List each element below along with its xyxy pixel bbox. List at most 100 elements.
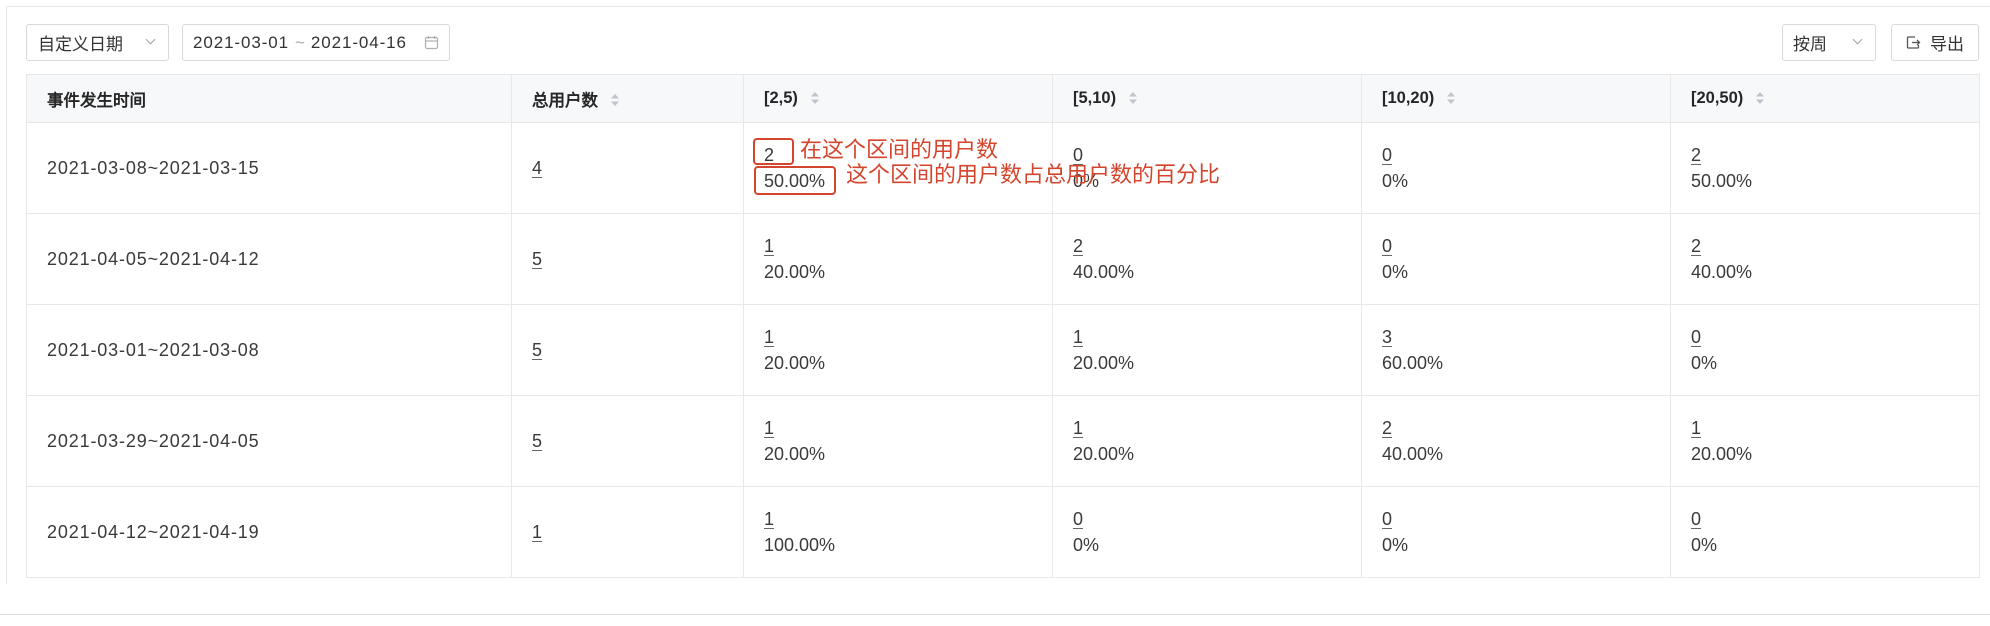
bucket-percent: 40.00% [1382, 444, 1444, 464]
bucket-count-link[interactable]: 1 [1073, 415, 1083, 441]
bucket-values: 0 0% [1382, 506, 1670, 558]
bucket-count-link[interactable]: 1 [764, 233, 774, 259]
header-label: [2,5) [764, 89, 798, 107]
export-label: 导出 [1930, 35, 1964, 54]
total-users-link[interactable]: 5 [532, 249, 542, 269]
bucket-count-link[interactable]: 0 [1073, 506, 1083, 532]
total-users-link[interactable]: 1 [532, 522, 542, 542]
bucket-count-link[interactable]: 1 [1691, 415, 1701, 441]
bucket-values: 0 0% [1691, 324, 1979, 376]
sort-icon[interactable] [610, 93, 620, 107]
bucket-count-link[interactable]: 1 [1073, 324, 1083, 350]
bucket-cell: 1 20.00% [743, 395, 1053, 487]
bucket-cell: 3 60.00% [1361, 304, 1671, 396]
date-range-separator: ~ [294, 32, 305, 52]
bucket-count-link[interactable]: 1 [764, 415, 774, 441]
annotation-percent-note: 这个区间的用户数占总用户数的百分比 [846, 162, 1221, 187]
bucket-cell: 1 20.00% [743, 304, 1053, 396]
bucket-count-link[interactable]: 0 [1691, 506, 1701, 532]
bucket-values: 2 40.00% [1691, 233, 1979, 285]
header-bucket-2-5[interactable]: [2,5) [743, 74, 1053, 123]
sort-icon[interactable] [1128, 91, 1138, 105]
total-users-cell: 5 [511, 304, 744, 396]
table-row: 2021-03-29~2021-04-05 5 1 20.00% 1 20.00% … [26, 395, 1980, 487]
header-bucket-20-50[interactable]: [20,50) [1670, 74, 1980, 123]
total-users-cell: 4 [511, 122, 744, 214]
bucket-percent: 20.00% [764, 353, 826, 373]
table-row: 2021-04-12~2021-04-19 1 1 100.00% 0 0% 0 0%… [26, 486, 1980, 578]
event-time-cell: 2021-03-01~2021-03-08 [26, 304, 512, 396]
header-label: 事件发生时间 [47, 91, 146, 110]
bucket-cell: 0 0% [1670, 486, 1980, 578]
bucket-count-link[interactable]: 2 [1691, 142, 1701, 168]
calendar-icon [424, 36, 439, 50]
total-users-cell: 1 [511, 486, 744, 578]
bucket-values: 2 40.00% [1073, 233, 1361, 285]
bucket-count-link[interactable]: 1 [764, 506, 774, 532]
bucket-values: 0 0% [1691, 506, 1979, 558]
event-time-cell: 2021-04-05~2021-04-12 [26, 213, 512, 305]
bucket-percent: 20.00% [1073, 353, 1135, 373]
bucket-percent: 0% [1691, 535, 1718, 555]
bucket-percent: 0% [1691, 353, 1718, 373]
bucket-percent: 0% [1382, 262, 1409, 282]
bucket-count-link[interactable]: 0 [1382, 506, 1392, 532]
bucket-values: 2 50.00% [1691, 142, 1979, 194]
bucket-cell: 0 0% [1052, 486, 1362, 578]
export-icon [1906, 36, 1921, 49]
table-row: 2021-03-01~2021-03-08 5 1 20.00% 1 20.00% … [26, 304, 1980, 396]
bucket-count-link[interactable]: 0 [1691, 324, 1701, 350]
date-preset-select[interactable]: 自定义日期 [26, 24, 169, 61]
export-button[interactable]: 导出 [1891, 24, 1979, 61]
header-bucket-10-20[interactable]: [10,20) [1361, 74, 1671, 123]
total-users-link[interactable]: 4 [532, 158, 542, 178]
header-bucket-5-10[interactable]: [5,10) [1052, 74, 1362, 123]
total-users-link[interactable]: 5 [532, 340, 542, 360]
annotation-count-note: 在这个区间的用户数 [800, 137, 999, 162]
bucket-count-link[interactable]: 1 [764, 324, 774, 350]
bucket-values: 1 100.00% [764, 506, 1052, 558]
granularity-value: 按周 [1793, 35, 1827, 54]
header-total-users[interactable]: 总用户数 [511, 74, 744, 123]
bucket-percent: 60.00% [1382, 353, 1444, 373]
bucket-count-link[interactable]: 0 [1382, 142, 1392, 168]
granularity-select[interactable]: 按周 [1782, 24, 1876, 61]
bucket-values: 1 20.00% [764, 324, 1052, 376]
bucket-cell: 2 50.00% [1670, 122, 1980, 214]
date-range-start: 2021-03-01 [193, 32, 289, 52]
bucket-cell: 1 20.00% [1670, 395, 1980, 487]
bucket-percent: 20.00% [1073, 444, 1135, 464]
bucket-values: 0 0% [1073, 506, 1361, 558]
bucket-values: 1 20.00% [764, 415, 1052, 467]
total-users-link[interactable]: 5 [532, 431, 542, 451]
bucket-cell: 2 40.00% [1670, 213, 1980, 305]
bucket-values: 1 20.00% [764, 233, 1052, 285]
bucket-values: 2 40.00% [1382, 415, 1670, 467]
bucket-cell: 1 20.00% [1052, 304, 1362, 396]
bucket-percent: 0% [1382, 171, 1409, 191]
bucket-percent: 40.00% [1691, 262, 1753, 282]
bucket-cell: 0 0% [1361, 213, 1671, 305]
bucket-cell: 1 20.00% [1052, 395, 1362, 487]
bucket-values: 1 20.00% [1073, 415, 1361, 467]
date-range-picker[interactable]: 2021-03-01 ~ 2021-04-16 [182, 24, 450, 61]
sort-icon[interactable] [1446, 91, 1456, 105]
bucket-count-link[interactable]: 2 [1073, 233, 1083, 259]
event-time-cell: 2021-03-08~2021-03-15 [26, 122, 512, 214]
bucket-percent: 50.00% [1691, 171, 1753, 191]
bucket-values: 1 20.00% [1073, 324, 1361, 376]
header-label: [20,50) [1691, 89, 1744, 107]
bucket-cell: 1 20.00% [743, 213, 1053, 305]
bucket-count-link[interactable]: 2 [1691, 233, 1701, 259]
sort-icon[interactable] [810, 91, 820, 105]
bucket-cell: 1 100.00% [743, 486, 1053, 578]
bucket-count-link[interactable]: 2 [1382, 415, 1392, 441]
bucket-percent: 0% [1382, 535, 1409, 555]
bucket-count-link[interactable]: 3 [1382, 324, 1392, 350]
bucket-percent: 0% [1073, 535, 1100, 555]
bucket-cell: 2 40.00% [1361, 395, 1671, 487]
bucket-count-link[interactable]: 0 [1382, 233, 1392, 259]
sort-icon[interactable] [1755, 91, 1765, 105]
page-bottom-divider [0, 614, 1990, 615]
date-range-end: 2021-04-16 [310, 32, 407, 52]
